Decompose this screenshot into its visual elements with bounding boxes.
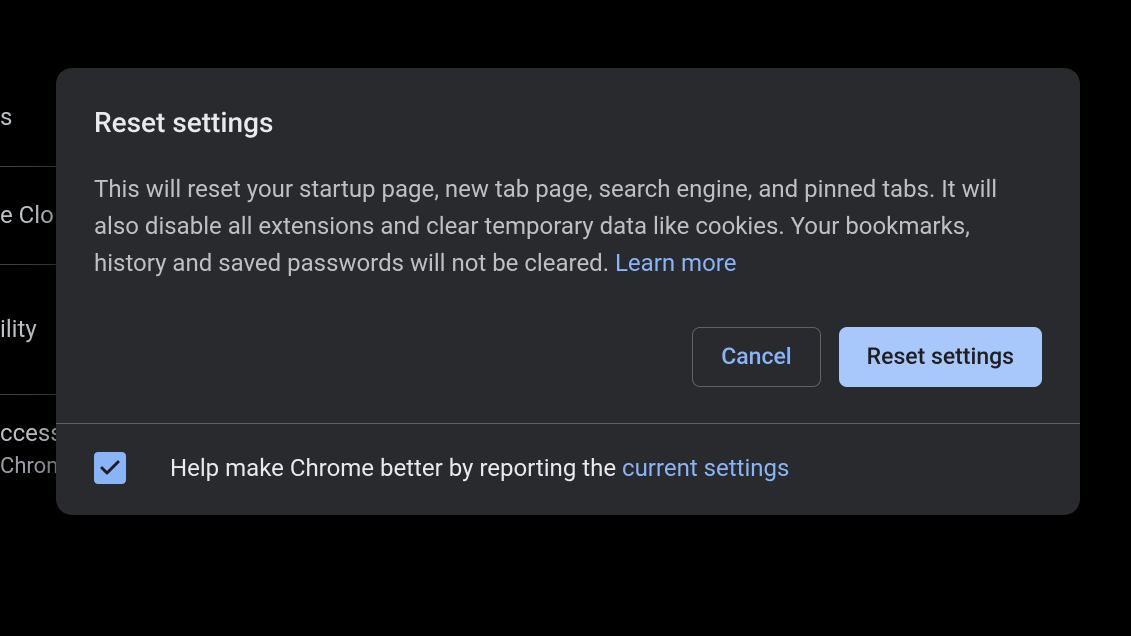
current-settings-link[interactable]: current settings	[622, 454, 789, 482]
bg-row: e Clo	[0, 166, 56, 264]
settings-background: s e Clo ility ccess Chrom	[0, 68, 56, 514]
check-icon	[98, 456, 122, 480]
reset-settings-button[interactable]: Reset settings	[839, 327, 1042, 387]
footer-text-before: Help make Chrome better by reporting the	[170, 454, 622, 482]
report-settings-checkbox[interactable]	[94, 452, 126, 484]
dialog-button-row: Cancel Reset settings	[94, 327, 1042, 387]
bg-row: ility	[0, 264, 56, 394]
dialog-title: Reset settings	[94, 106, 1042, 139]
dialog-body: This will reset your startup page, new t…	[94, 171, 1042, 283]
reset-settings-dialog: Reset settings This will reset your star…	[56, 68, 1080, 515]
dialog-footer: Help make Chrome better by reporting the…	[56, 423, 1080, 516]
bg-row: s	[0, 68, 56, 166]
dialog-body-text: This will reset your startup page, new t…	[94, 175, 997, 277]
report-settings-label: Help make Chrome better by reporting the…	[170, 452, 789, 486]
cancel-button[interactable]: Cancel	[692, 327, 820, 387]
learn-more-link[interactable]: Learn more	[615, 249, 736, 277]
bg-row: ccess Chrom	[0, 394, 56, 514]
